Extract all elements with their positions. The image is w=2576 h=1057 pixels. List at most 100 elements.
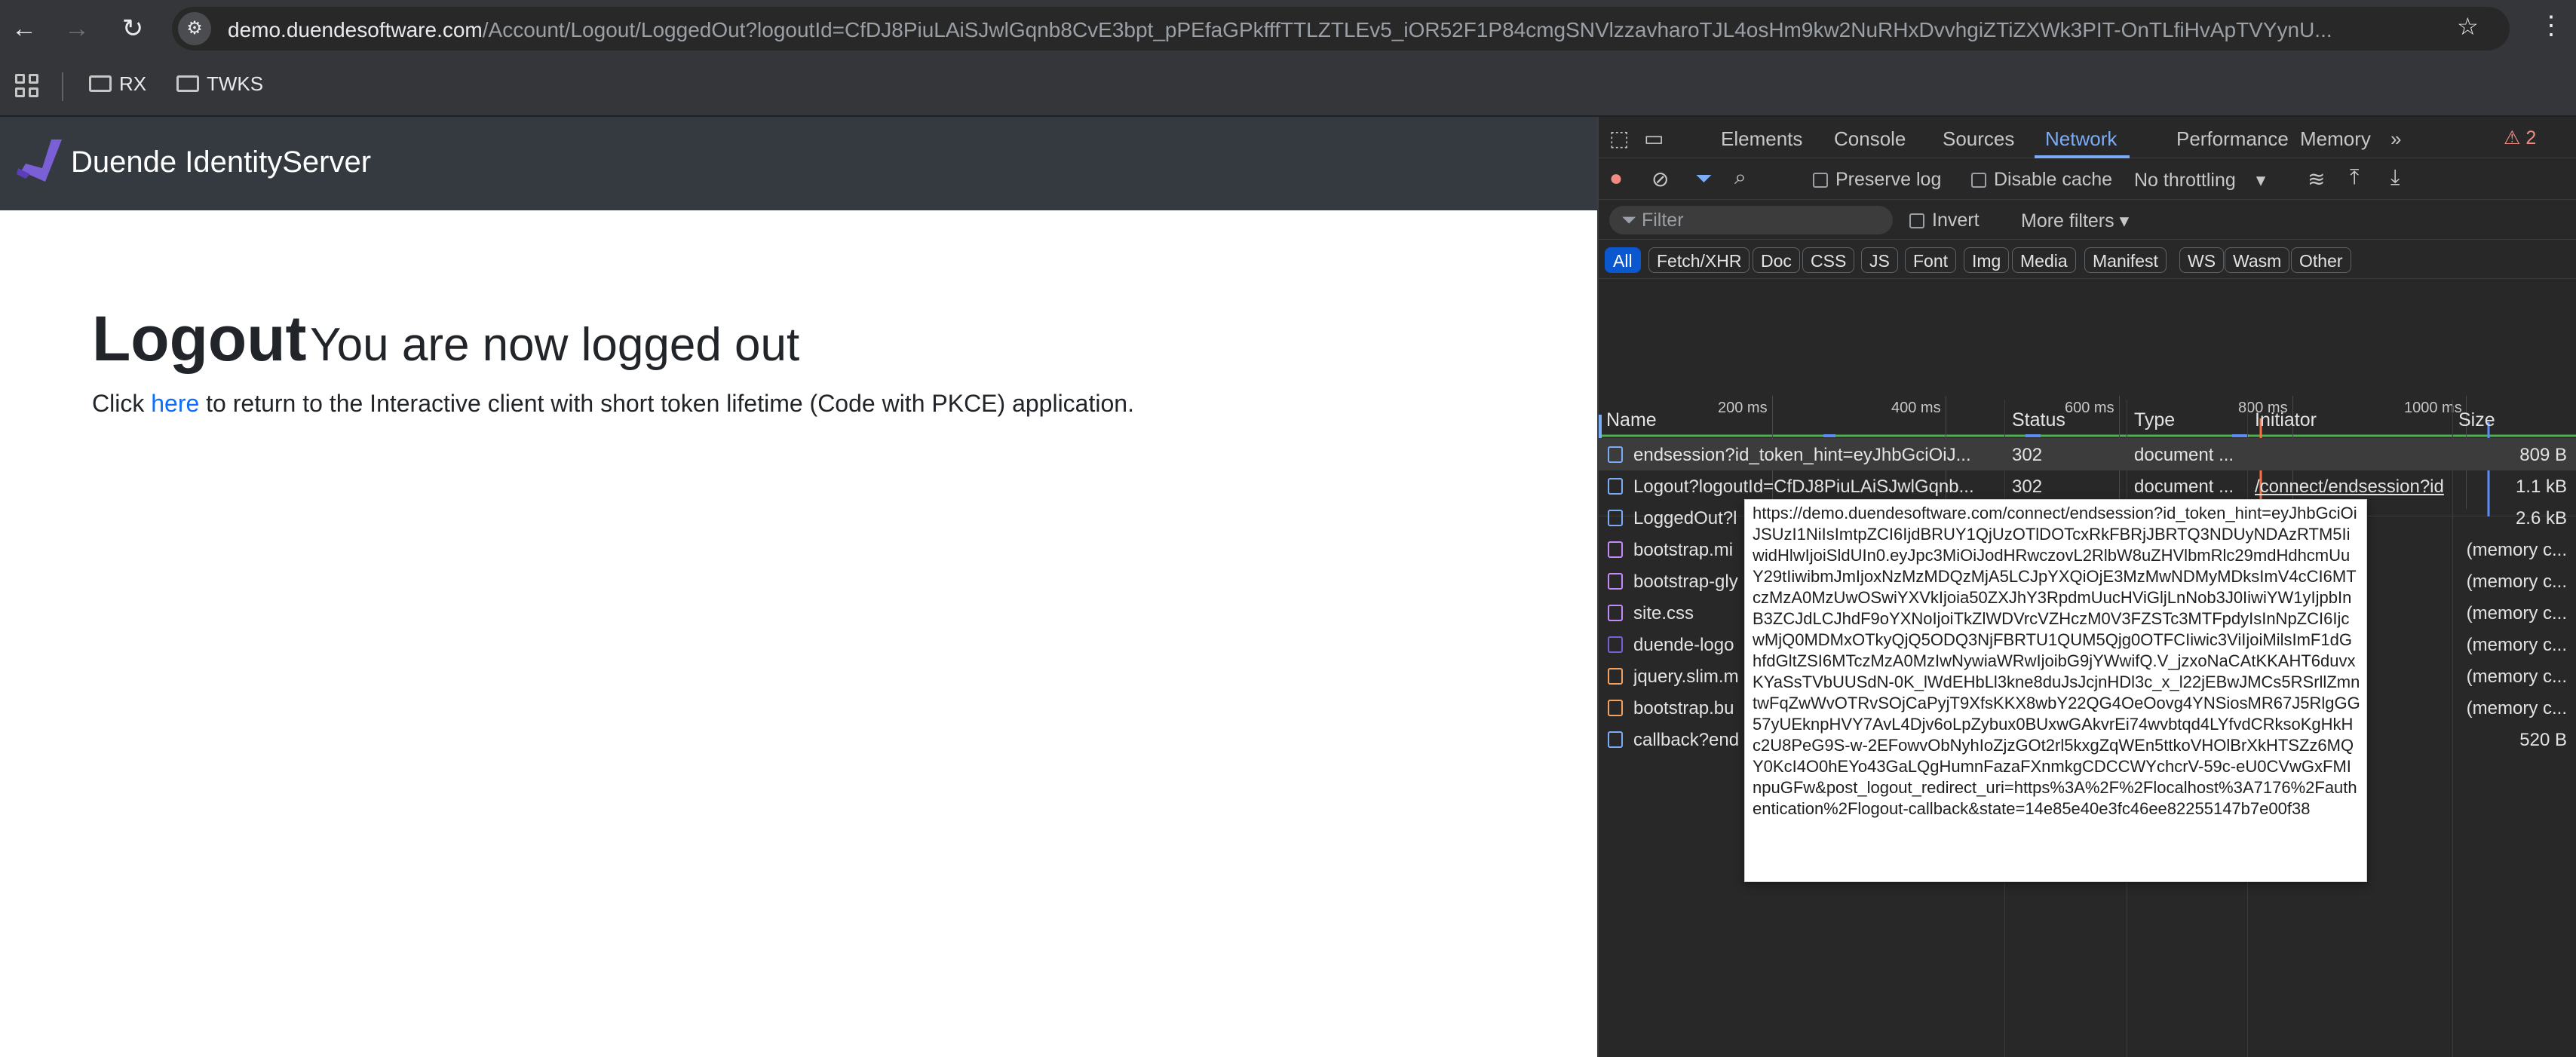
bookmarks-divider <box>62 72 63 101</box>
type-filter-manifest[interactable]: Manifest <box>2084 247 2167 273</box>
type-filter-css[interactable]: CSS <box>1802 247 1855 273</box>
return-link[interactable]: here <box>151 390 199 417</box>
cell-size: (memory c... <box>2466 666 2567 687</box>
preserve-log-label: Preserve log <box>1835 169 1942 190</box>
script-icon <box>1608 668 1623 685</box>
search-icon[interactable]: ⌕ <box>1734 165 1746 190</box>
bookmark-star-icon[interactable]: ☆ <box>2457 12 2479 41</box>
checkbox-box <box>1813 173 1828 188</box>
address-bar[interactable]: ⚙ demo.duendesoftware.com/Account/Logout… <box>172 7 2510 51</box>
type-filter-js[interactable]: JS <box>1861 247 1898 273</box>
url-path: /Account/Logout/LoggedOut?logoutId=CfDJ8… <box>482 18 2332 41</box>
request-url-tooltip: https://demo.duendesoftware.com/connect/… <box>1744 499 2367 882</box>
export-har-icon[interactable]: ⤓ <box>2390 165 2400 190</box>
disable-cache-checkbox[interactable]: Disable cache <box>1971 169 2112 191</box>
warnings-badge[interactable]: ⚠ 2 <box>2504 127 2536 149</box>
type-filter-media[interactable]: Media <box>2012 247 2076 273</box>
column-status[interactable]: Status <box>2012 409 2065 431</box>
chevron-down-icon: ▾ <box>2119 210 2130 231</box>
cell-size: 520 B <box>2519 730 2567 750</box>
return-message-prefix: Click <box>92 390 152 417</box>
brand-name[interactable]: Duende IdentityServer <box>71 146 371 179</box>
bookmark-folder-twks[interactable]: TWKS <box>176 72 263 96</box>
warning-count: 2 <box>2525 127 2537 149</box>
tab-elements[interactable]: Elements <box>1721 127 1802 151</box>
document-icon <box>1608 478 1623 495</box>
document-icon <box>1608 731 1623 748</box>
cell-name: endsession?id_token_hint=eyJhbGciOiJ... <box>1633 445 1971 465</box>
reload-icon[interactable]: ↻ <box>118 14 148 44</box>
table-row[interactable]: Logout?logoutId=CfDJ8PiuLAiSJwlGqnb... 30… <box>1599 470 2576 502</box>
return-message-suffix: to return to the Interactive client with… <box>199 390 1134 417</box>
cell-size: (memory c... <box>2466 603 2567 623</box>
type-filter-other[interactable]: Other <box>2291 247 2351 273</box>
back-icon[interactable]: ← <box>9 14 39 44</box>
forward-icon[interactable]: → <box>62 14 92 44</box>
column-type[interactable]: Type <box>2134 409 2175 431</box>
network-conditions-icon[interactable]: ≋ <box>2308 167 2325 191</box>
logout-subheading-text: You are now logged out <box>309 319 800 371</box>
tab-memory[interactable]: Memory <box>2300 127 2371 151</box>
stylesheet-icon <box>1608 605 1623 621</box>
active-tab-indicator <box>2035 155 2130 158</box>
bookmark-label: TWKS <box>207 72 264 95</box>
url-text[interactable]: demo.duendesoftware.com/Account/Logout/L… <box>228 18 2498 42</box>
apps-grid-icon[interactable] <box>15 74 41 100</box>
stop-recording-icon[interactable]: ⏺ <box>1611 167 1621 191</box>
duende-logo-icon[interactable] <box>15 136 65 189</box>
cell-type: document ... <box>2134 445 2234 465</box>
tab-performance[interactable]: Performance <box>2176 127 2289 151</box>
throttling-select[interactable]: No throttling ▾ <box>2134 169 2265 191</box>
bookmark-folder-rx[interactable]: RX <box>89 72 146 96</box>
type-filter-img[interactable]: Img <box>1964 247 2010 273</box>
page-title: Logout You are now logged out <box>92 302 799 375</box>
folder-icon <box>89 75 112 92</box>
cell-size: 2.6 kB <box>2515 508 2567 528</box>
type-filter-ws[interactable]: WS <box>2179 247 2225 273</box>
disable-cache-label: Disable cache <box>1994 169 2113 190</box>
type-filter-all[interactable]: All <box>1605 247 1641 273</box>
document-icon <box>1608 510 1623 526</box>
menu-icon[interactable]: ⋮ <box>2538 11 2564 41</box>
url-host: demo.duendesoftware.com <box>228 18 483 41</box>
import-har-icon[interactable]: ⤒ <box>2350 165 2359 190</box>
table-row[interactable]: endsession?id_token_hint=eyJhbGciOiJ... 3… <box>1599 439 2576 470</box>
tab-sources[interactable]: Sources <box>1943 127 2014 151</box>
tab-console[interactable]: Console <box>1834 127 1906 151</box>
site-settings-icon[interactable]: ⚙ <box>178 12 211 45</box>
filter-input[interactable]: ⏷ Filter <box>1609 206 1893 234</box>
more-filters-dropdown[interactable]: More filters ▾ <box>2021 210 2129 232</box>
preserve-log-checkbox[interactable]: Preserve log <box>1813 169 1941 191</box>
type-filter-font[interactable]: Font <box>1905 247 1957 273</box>
clear-icon[interactable]: ⊘ <box>1651 167 1669 191</box>
web-page: Duende IdentityServer Logout You are now… <box>0 117 1597 1057</box>
image-icon <box>1608 636 1623 653</box>
type-filter-fetchxhr[interactable]: Fetch/XHR <box>1648 247 1750 273</box>
tab-network[interactable]: Network <box>2045 127 2117 151</box>
throttling-value: No throttling <box>2134 170 2236 191</box>
stylesheet-icon <box>1608 541 1623 558</box>
column-name[interactable]: Name <box>1606 409 1657 431</box>
logout-heading: Logout <box>92 303 307 374</box>
more-tabs-icon[interactable]: » <box>2390 127 2401 151</box>
filter-funnel-icon[interactable]: ⏷ <box>1695 167 1712 191</box>
column-initiator[interactable]: Initiator <box>2255 409 2317 431</box>
chevron-down-icon: ▾ <box>2256 170 2266 191</box>
invert-checkbox[interactable]: Invert <box>1909 210 1980 231</box>
device-toolbar-icon[interactable]: ▭ <box>1644 126 1664 151</box>
cell-status: 302 <box>2012 445 2043 465</box>
cell-size: (memory c... <box>2466 571 2567 592</box>
browser-toolbar: ← → ↻ ⚙ demo.duendesoftware.com/Account/… <box>0 0 2576 57</box>
cell-size: (memory c... <box>2466 540 2567 560</box>
inspect-element-icon[interactable]: ⬚ <box>1609 126 1629 151</box>
checkbox-box <box>1971 173 1986 188</box>
type-filter-wasm[interactable]: Wasm <box>2225 247 2290 273</box>
script-icon <box>1608 700 1623 716</box>
column-size[interactable]: Size <box>2458 409 2495 431</box>
return-message: Click here to return to the Interactive … <box>92 390 1134 418</box>
cell-initiator[interactable]: /connect/endsession?id <box>2255 476 2448 498</box>
type-filter-doc[interactable]: Doc <box>1753 247 1800 273</box>
cell-type: document ... <box>2134 476 2234 497</box>
requests-table-header: Name Status Type Initiator Size <box>1599 400 2576 439</box>
invert-label: Invert <box>1932 210 1980 231</box>
